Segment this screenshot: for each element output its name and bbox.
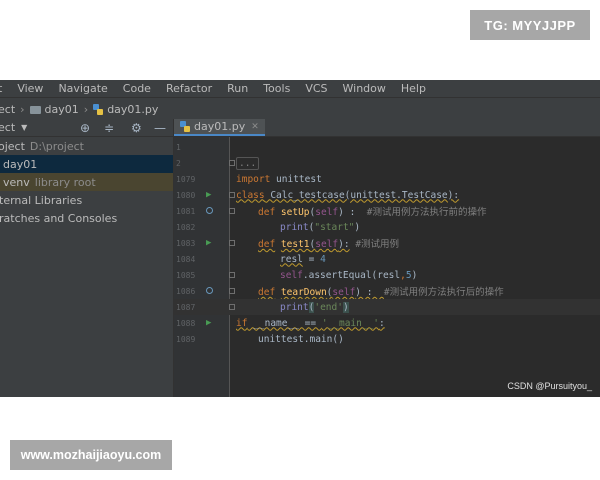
- code-line: 1081 def setUp(self) : #测试用例方法执行前的操作: [176, 206, 487, 219]
- python-file-icon: [180, 121, 190, 132]
- collapse-all-icon[interactable]: ≑: [104, 121, 114, 135]
- csdn-watermark: CSDN @Pursuityou_: [507, 381, 592, 391]
- folder-icon: [29, 106, 41, 114]
- breadcrumb-file[interactable]: day01.py: [93, 103, 158, 116]
- tree-item-project[interactable]: oject D:\project: [0, 137, 173, 155]
- tree-item-label: venv: [3, 175, 30, 189]
- close-icon[interactable]: ✕: [251, 122, 259, 132]
- menu-item-tools[interactable]: Tools: [263, 82, 290, 95]
- line-number: 1: [176, 142, 181, 152]
- tab-day01-py[interactable]: day01.py ✕: [174, 119, 265, 136]
- code-line: 1080 ▶ class Calc_testcase(unittest.Test…: [176, 189, 460, 201]
- tab-label: day01.py: [194, 120, 246, 133]
- breadcrumb-project[interactable]: ect: [0, 103, 15, 116]
- code-editor: day01.py ✕ 1 2 ... 1079 import unittest …: [174, 119, 600, 397]
- fold-icon[interactable]: [229, 192, 235, 198]
- code-area[interactable]: 1 2 ... 1079 import unittest 1080 ▶ clas…: [174, 137, 600, 397]
- line-number: 1088: [176, 318, 196, 328]
- fold-icon[interactable]: [229, 304, 235, 310]
- menu-item-window[interactable]: Window: [343, 82, 386, 95]
- website-tag: www.mozhaijiaoyu.com: [10, 440, 172, 470]
- telegram-tag-text: TG: MYYJJPP: [484, 17, 576, 33]
- override-icon[interactable]: [206, 207, 213, 214]
- run-icon[interactable]: ▶: [206, 190, 211, 200]
- code-line: 1089 unittest.main(): [176, 333, 344, 345]
- line-number: 1089: [176, 334, 196, 344]
- tree-item-label: oject: [0, 139, 25, 153]
- menu-item-view[interactable]: View: [17, 82, 43, 95]
- fold-icon[interactable]: [229, 208, 235, 214]
- editor-tab-bar: day01.py ✕: [174, 119, 600, 137]
- tree-item-external-libraries[interactable]: ternal Libraries: [0, 191, 173, 209]
- breadcrumb-project-label: ect: [0, 102, 16, 116]
- locate-icon[interactable]: ⊕: [80, 121, 90, 135]
- python-file-icon: [93, 103, 104, 115]
- menu-item-navigate[interactable]: Navigate: [58, 82, 107, 95]
- breadcrumb: ect › day01 › day01.py: [0, 97, 600, 121]
- fold-icon[interactable]: [229, 272, 235, 278]
- run-icon[interactable]: ▶: [206, 238, 211, 248]
- menu-bar: t View Navigate Code Refactor Run Tools …: [0, 80, 600, 97]
- chevron-right-icon: ›: [83, 102, 89, 116]
- menu-item-partial[interactable]: t: [0, 82, 2, 95]
- fold-icon[interactable]: [229, 240, 235, 246]
- line-number: 1082: [176, 222, 196, 232]
- code-line: 2 ...: [174, 155, 600, 171]
- tree-item-label: day01: [3, 157, 38, 171]
- project-panel: ect ▼ ⊕ ≑ ⚙ — oject D:\project day01 venv…: [0, 119, 174, 397]
- telegram-tag: TG: MYYJJPP: [470, 10, 590, 40]
- menu-item-help[interactable]: Help: [401, 82, 426, 95]
- ide-window: t View Navigate Code Refactor Run Tools …: [0, 80, 600, 397]
- chevron-right-icon: ›: [20, 102, 25, 116]
- line-number: 1081: [176, 206, 196, 216]
- code-line: 1083 ▶ def test1(self): #测试用例: [176, 238, 400, 250]
- line-number: 1083: [176, 238, 196, 248]
- menu-item-vcs[interactable]: VCS: [305, 82, 327, 95]
- menu-item-code[interactable]: Code: [123, 82, 151, 95]
- line-number: 1086: [176, 286, 196, 296]
- line-number: 1087: [176, 302, 196, 312]
- minimize-icon[interactable]: —: [154, 121, 166, 135]
- menu-item-refactor[interactable]: Refactor: [166, 82, 212, 95]
- chevron-down-icon[interactable]: ▼: [21, 123, 27, 132]
- line-number: 1085: [176, 270, 196, 280]
- project-panel-header: ect ▼ ⊕ ≑ ⚙ —: [0, 119, 173, 137]
- code-line: 1082 print("start"): [176, 221, 361, 233]
- tree-item-suffix: library root: [34, 175, 96, 189]
- code-line: 1: [174, 139, 600, 155]
- breadcrumb-folder[interactable]: day01: [29, 102, 79, 116]
- code-line: 1079 import unittest: [176, 173, 322, 185]
- fold-icon[interactable]: [229, 160, 235, 166]
- menu-item-run[interactable]: Run: [227, 82, 248, 95]
- project-view-selector[interactable]: ect: [0, 121, 15, 134]
- breadcrumb-file-label: day01.py: [107, 102, 159, 116]
- override-icon[interactable]: [206, 287, 213, 294]
- tree-item-label: ternal Libraries: [0, 193, 83, 207]
- code-line: 1086 def tearDown(self) : #测试用例方法执行后的操作: [176, 286, 504, 299]
- folded-region[interactable]: ...: [236, 156, 260, 170]
- line-number: 1084: [176, 254, 196, 264]
- line-number: 1080: [176, 190, 196, 200]
- line-number: 1079: [176, 174, 196, 184]
- run-icon[interactable]: ▶: [206, 318, 211, 328]
- code-line: 1088 ▶ if __name__ == '__main__':: [176, 317, 385, 329]
- line-number: 2: [176, 158, 181, 168]
- code-line: 1084 resl = 4: [176, 253, 326, 265]
- tree-item-scratches[interactable]: ratches and Consoles: [0, 209, 173, 227]
- tree-item-path: D:\project: [29, 139, 84, 153]
- website-tag-text: www.mozhaijiaoyu.com: [20, 448, 162, 462]
- tree-item-venv[interactable]: venv library root: [0, 173, 173, 191]
- fold-icon[interactable]: [229, 288, 235, 294]
- code-line: 1085 self.assertEqual(resl,5): [176, 269, 418, 281]
- gear-icon[interactable]: ⚙: [131, 121, 142, 135]
- tree-item-day01[interactable]: day01: [0, 155, 173, 173]
- tree-item-label: ratches and Consoles: [0, 211, 118, 225]
- breadcrumb-folder-label: day01: [44, 102, 79, 116]
- code-line-current: 1087 print('end'): [174, 299, 600, 315]
